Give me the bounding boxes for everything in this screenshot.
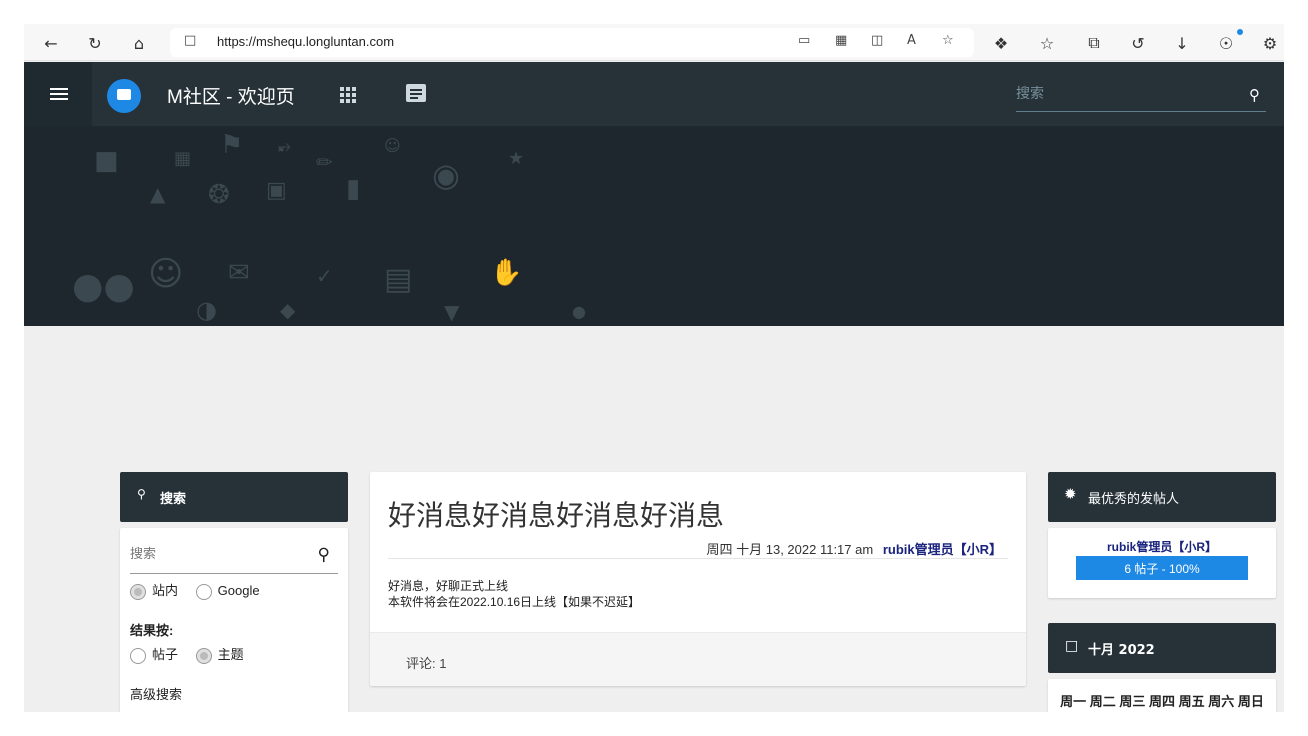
- search-panel-title: 搜索: [160, 492, 187, 507]
- top-poster-stats: 6 帖子 - 100%: [1124, 562, 1200, 576]
- photo-icon: ▣: [266, 178, 287, 203]
- cards-icon: ▮: [346, 174, 361, 204]
- mail-icon: ✉: [228, 258, 250, 288]
- header-search-input[interactable]: [1016, 85, 1226, 101]
- message-icon[interactable]: [406, 84, 426, 102]
- menu-button[interactable]: [24, 62, 92, 126]
- scope-radio-group: 站内 Google: [130, 580, 260, 600]
- site-header: M社区 - 欢迎页 ⚲: [24, 62, 1284, 126]
- triangle-icon: ▲: [150, 182, 166, 206]
- top-poster-name[interactable]: rubik管理员【小R】: [1048, 538, 1276, 555]
- advanced-search-link[interactable]: 高级搜索: [130, 684, 182, 703]
- downloads-icon[interactable]: ↓: [1169, 30, 1195, 56]
- comments-link[interactable]: 评论: 1: [406, 653, 446, 672]
- calendar-header: □ 十月 2022: [1048, 623, 1276, 673]
- refresh-icon[interactable]: ↻: [82, 30, 108, 56]
- address-bar[interactable]: □ https://mshequ.longluntan.com ▭ ▦ ◫ A …: [170, 28, 974, 57]
- post-card: 好消息好消息好消息好消息 周四 十月 13, 2022 11:17 am rub…: [370, 472, 1026, 686]
- extensions-icon[interactable]: ❖: [988, 30, 1014, 56]
- calendar-icon: □: [1065, 638, 1079, 654]
- globe-icon: ●: [572, 302, 586, 321]
- top-poster-panel: rubik管理员【小R】 6 帖子 - 100%: [1048, 528, 1276, 598]
- post-body-line: 好消息，好聊正式上线: [388, 579, 509, 593]
- scope-label-site: 站内: [152, 583, 179, 598]
- rewards-icon[interactable]: ☉: [1213, 30, 1239, 56]
- post-footer: 评论: 1: [370, 632, 1026, 686]
- smile-small-icon: ☺: [384, 136, 401, 155]
- post-author-link[interactable]: rubik管理员【小R】: [883, 542, 1002, 557]
- chart-icon: ▦: [174, 148, 192, 169]
- aperture-icon: ❂: [208, 180, 230, 210]
- header-search: ⚲: [1016, 82, 1266, 112]
- calendar-panel: 周一 周二 周三 周四 周五 周六 周日: [1048, 679, 1276, 712]
- smile-icon: ☺: [148, 254, 184, 294]
- url-text[interactable]: https://mshequ.longluntan.com: [217, 34, 394, 49]
- back-icon[interactable]: ←: [38, 30, 64, 56]
- search-icon[interactable]: ⚲: [318, 545, 330, 565]
- app-available-icon[interactable]: ▭: [798, 33, 810, 48]
- chat-bubble-icon: [117, 89, 131, 100]
- performance-icon[interactable]: ⚙: [1257, 30, 1283, 56]
- collections-icon[interactable]: ⧉: [1081, 30, 1107, 56]
- pie-icon: ◑: [196, 296, 217, 324]
- star-icon: ★: [508, 148, 525, 169]
- search-input[interactable]: [130, 546, 300, 561]
- notification-dot: [1237, 29, 1243, 35]
- post-meta: 周四 十月 13, 2022 11:17 am rubik管理员【小R】: [707, 539, 1002, 558]
- tag-icon: ✓: [316, 264, 333, 288]
- badge-icon: ◆: [280, 298, 296, 322]
- top-poster-header: ✹ 最优秀的发帖人: [1048, 472, 1276, 522]
- image-icon: ▤: [384, 262, 413, 297]
- history-icon[interactable]: ↺: [1125, 30, 1151, 56]
- result-radio-topics[interactable]: [195, 647, 212, 664]
- scope-radio-google[interactable]: [195, 583, 212, 600]
- result-radio-group: 帖子 主题: [130, 644, 244, 664]
- post-date: 周四 十月 13, 2022 11:17 am: [706, 542, 874, 557]
- menu-icon: [50, 88, 68, 90]
- search-field: ⚲: [130, 544, 338, 574]
- read-aloud-icon[interactable]: A: [907, 33, 916, 48]
- share-icon: ⥵: [278, 136, 291, 155]
- menu-icon-line: [50, 98, 68, 100]
- favorites-icon[interactable]: ☆: [1034, 30, 1060, 56]
- top-poster-title: 最优秀的发帖人: [1088, 492, 1180, 507]
- result-label-posts: 帖子: [152, 647, 179, 662]
- divider: [388, 558, 1008, 559]
- calendar-title: 十月 2022: [1088, 643, 1155, 658]
- browser-toolbar: ← ↻ ⌂ □ https://mshequ.longluntan.com ▭ …: [24, 24, 1284, 61]
- post-body-line: 本软件将会在2022.10.16日上线【如果不迟延】: [388, 595, 641, 609]
- site-logo[interactable]: [107, 79, 141, 113]
- site-title[interactable]: M社区 - 欢迎页: [167, 82, 295, 109]
- post-title[interactable]: 好消息好消息好消息好消息: [388, 494, 724, 534]
- result-radio-posts[interactable]: [130, 647, 146, 664]
- result-label: 结果按:: [130, 623, 174, 638]
- hero-banner: ■ ▦ ⚑ ⥵ ✏ ☺ ◉ ★ ▲ ❂ ▣ ▮ ●● ☺ ✉ ✓ ▤ ✋ ◑ ◆…: [24, 126, 1284, 326]
- people-icon: ●●: [72, 266, 135, 307]
- split-screen-icon[interactable]: ◫: [871, 33, 883, 48]
- qr-icon[interactable]: ▦: [835, 33, 847, 48]
- scope-radio-site[interactable]: [130, 583, 146, 600]
- search-icon: ⚲: [137, 487, 146, 501]
- search-panel: ⚲ 站内 Google 结果按: 帖子 主题 高级搜索: [120, 528, 348, 712]
- award-icon: ✹: [1064, 485, 1077, 503]
- lock-icon[interactable]: □: [184, 33, 196, 48]
- flag-icon: ⚑: [220, 130, 244, 160]
- search-icon[interactable]: ⚲: [1249, 86, 1260, 104]
- add-favorite-icon[interactable]: ☆: [942, 33, 954, 48]
- browser-viewport: ← ↻ ⌂ □ https://mshequ.longluntan.com ▭ …: [24, 24, 1284, 712]
- top-poster-progress: 6 帖子 - 100%: [1076, 556, 1248, 580]
- search-panel-header: ⚲ 搜索: [120, 472, 348, 522]
- scope-label-google: Google: [217, 583, 260, 598]
- thumbs-up-icon: ✋: [490, 258, 523, 288]
- calendar-weekdays: 周一 周二 周三 周四 周五 周六 周日: [1060, 694, 1264, 709]
- home-icon[interactable]: ⌂: [126, 30, 152, 56]
- fire-icon: ◉: [432, 156, 460, 194]
- chat-icon: ■: [94, 146, 119, 176]
- menu-icon-line: [50, 93, 68, 95]
- box-icon: ▼: [444, 300, 460, 324]
- post-body: 好消息，好聊正式上线 本软件将会在2022.10.16日上线【如果不迟延】: [388, 578, 640, 610]
- result-label-topics: 主题: [217, 647, 244, 662]
- pencil-icon: ✏: [316, 150, 333, 174]
- apps-grid-icon[interactable]: [340, 87, 356, 103]
